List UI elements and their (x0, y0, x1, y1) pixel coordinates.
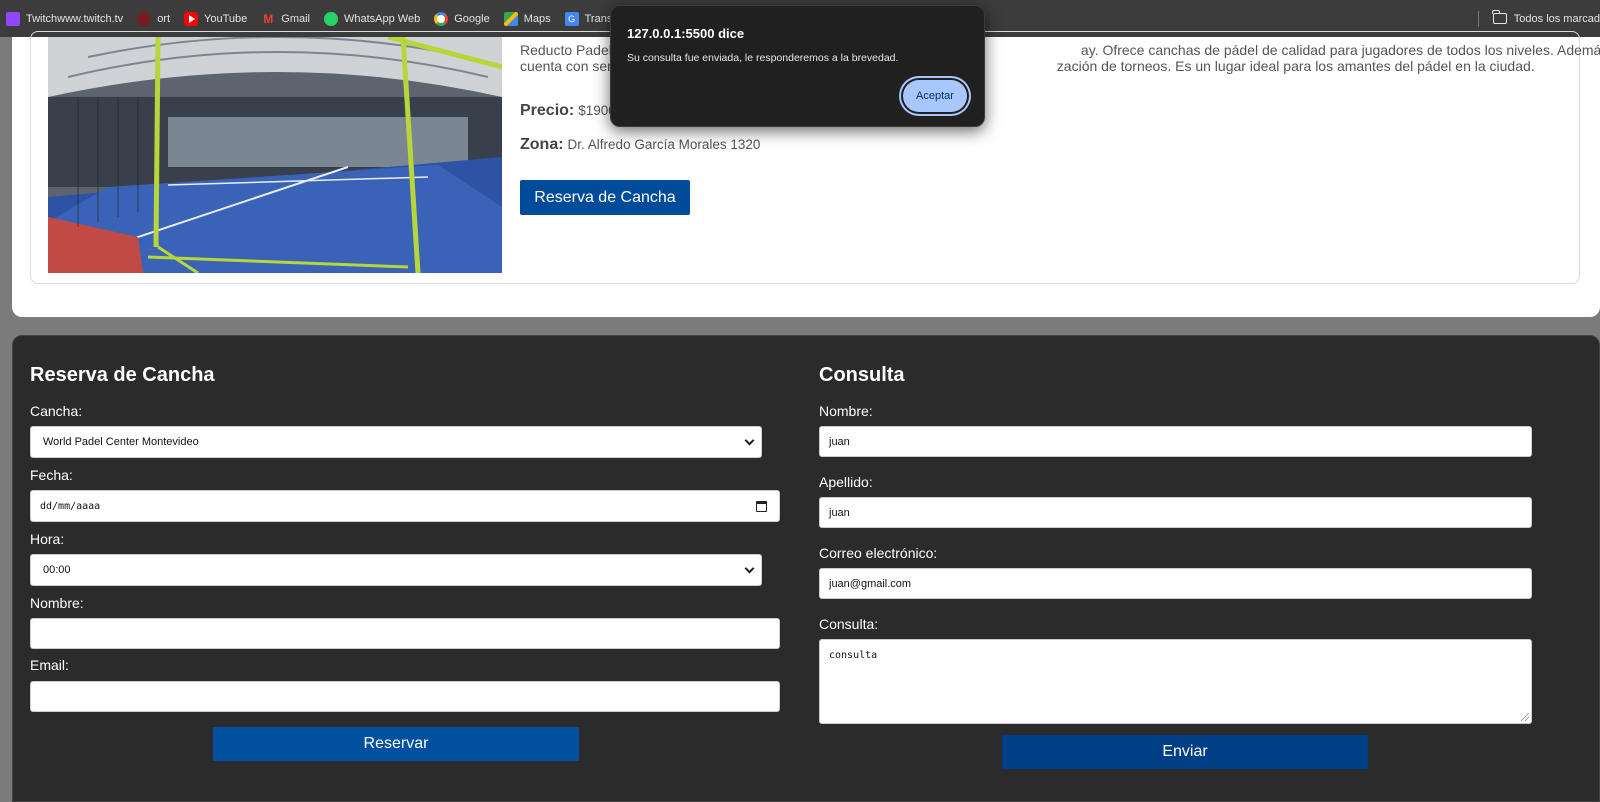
calendar-icon[interactable] (756, 500, 767, 512)
bookmark-label: Maps (523, 12, 551, 25)
bookmark-ort[interactable]: ort (137, 11, 171, 26)
court-select[interactable]: World Padel Center Montevideo (30, 426, 762, 458)
venue-zone: Zona: Dr. Alfredo García Morales 1320 (520, 136, 760, 154)
bookmarks-divider (1477, 10, 1479, 27)
bookmark-gmail[interactable]: M Gmail (261, 12, 310, 26)
all-bookmarks-label: Todos los marcad (1513, 12, 1600, 25)
alert-message: Su consulta fue enviada, le responderemo… (627, 52, 899, 64)
chevron-down-icon (744, 563, 755, 573)
google-icon (434, 11, 449, 26)
time-select[interactable]: 00:00 (30, 554, 762, 586)
inquiry-email-value: juan@gmail.com (829, 577, 912, 590)
bookmark-youtube[interactable]: YouTube (184, 11, 248, 26)
message-label: Consulta: (819, 616, 879, 632)
court-select-value: World Padel Center Montevideo (43, 436, 199, 448)
message-value: consulta (829, 650, 878, 661)
reservation-title: Reserva de Cancha (30, 364, 215, 386)
inquiry-email-input[interactable]: juan@gmail.com (819, 568, 1532, 599)
court-label: Cancha: (30, 403, 83, 419)
bookmark-twitch[interactable]: Twitchwww.twitch.tv (6, 11, 124, 26)
message-textarea[interactable]: consulta (819, 639, 1532, 724)
zone-value: Dr. Alfredo García Morales 1320 (567, 137, 761, 152)
alert-title: 127.0.0.1:5500 dice (627, 26, 745, 41)
youtube-icon (184, 11, 199, 26)
bookmark-label: WhatsApp Web (344, 12, 421, 25)
bookmark-label: Twitchwww.twitch.tv (26, 12, 124, 25)
enviar-button[interactable]: Enviar (1002, 735, 1368, 769)
reservation-name-label: Nombre: (30, 595, 84, 611)
alert-dialog: 127.0.0.1:5500 dice Su consulta fue envi… (610, 5, 985, 127)
chevron-down-icon (744, 435, 755, 445)
twitch-icon (6, 11, 20, 26)
court-photo (48, 37, 502, 273)
forms-panel: Reserva de Cancha Cancha: World Padel Ce… (12, 335, 1600, 802)
last-name-value: juan (829, 506, 850, 519)
resize-handle-icon[interactable] (1521, 713, 1529, 721)
last-name-label: Apellido: (819, 474, 873, 490)
time-label: Hora: (30, 531, 65, 547)
bookmark-label: ort (157, 12, 171, 25)
maps-icon (503, 11, 518, 26)
bookmark-google[interactable]: Google (434, 11, 490, 26)
accept-button[interactable]: Aceptar (903, 80, 967, 112)
bookmark-maps[interactable]: Maps (503, 11, 551, 26)
bookmark-whatsapp[interactable]: WhatsApp Web (324, 11, 421, 26)
date-input[interactable]: dd/mm/aaaa (30, 490, 780, 522)
inquiry-email-label: Correo electrónico: (819, 545, 938, 561)
first-name-input[interactable]: juan (819, 426, 1532, 457)
last-name-input[interactable]: juan (819, 497, 1532, 528)
reservation-name-input[interactable] (30, 618, 780, 649)
inquiry-title: Consulta (819, 364, 905, 386)
date-input-value: dd/mm/aaaa (40, 500, 101, 512)
reservation-email-label: Email: (30, 657, 69, 673)
price-label: Precio: (520, 102, 575, 119)
zone-label: Zona: (520, 136, 564, 153)
bookmark-label: Google (454, 12, 490, 25)
reserve-court-button[interactable]: Reserva de Cancha (520, 180, 690, 215)
venue-price: Precio: $1900 (520, 102, 616, 120)
bookmark-label: YouTube (204, 12, 248, 25)
first-name-label: Nombre: (819, 403, 873, 419)
bookmark-label: Gmail (281, 12, 310, 25)
reservar-button[interactable]: Reservar (213, 727, 579, 761)
gmail-icon: M (263, 11, 274, 26)
folder-icon (1492, 10, 1507, 24)
ort-icon (137, 11, 152, 26)
reservation-email-input[interactable] (30, 681, 780, 712)
date-label: Fecha: (30, 467, 73, 483)
first-name-value: juan (829, 435, 850, 448)
time-select-value: 00:00 (43, 564, 71, 576)
whatsapp-icon (324, 11, 338, 26)
translate-icon: G (564, 11, 579, 26)
